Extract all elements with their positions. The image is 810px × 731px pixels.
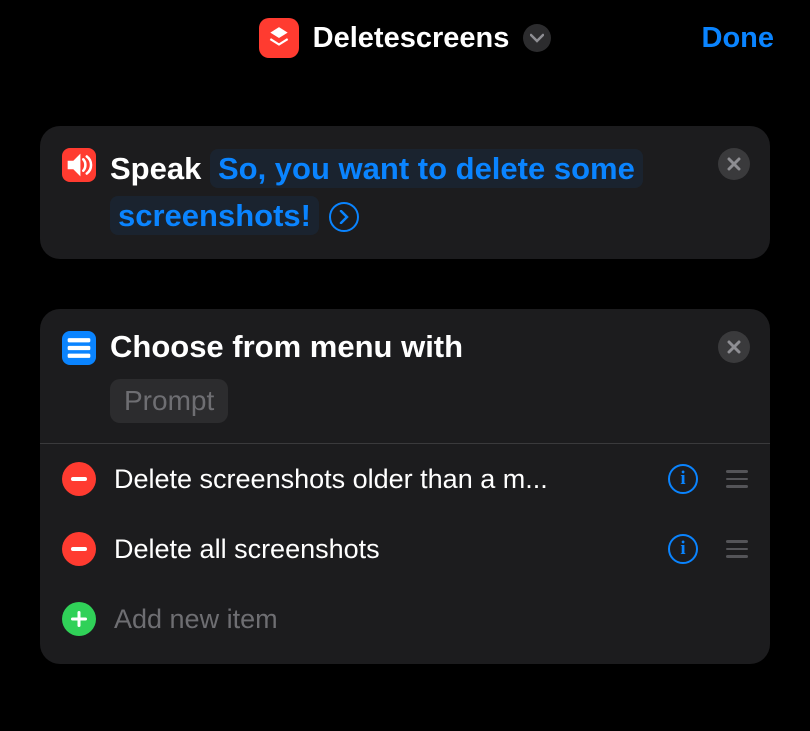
menu-item-label[interactable]: Delete all screenshots — [114, 534, 650, 565]
menu-items-list: Delete screenshots older than a m... i D… — [62, 443, 748, 654]
info-icon[interactable]: i — [668, 464, 698, 494]
content: Speak So, you want to delete some screen… — [0, 76, 810, 664]
menu-item-row: Delete screenshots older than a m... i — [62, 444, 748, 514]
menu-item-row: Delete all screenshots i — [62, 514, 748, 584]
menu-action-card[interactable]: Choose from menu with Prompt Delete scre… — [40, 309, 770, 664]
add-item-row[interactable]: Add new item — [62, 584, 748, 654]
expand-icon[interactable] — [329, 202, 359, 232]
remove-item-button[interactable] — [62, 462, 96, 496]
drag-handle-icon[interactable] — [716, 470, 748, 488]
shortcuts-icon — [259, 18, 299, 58]
prompt-field[interactable]: Prompt — [110, 379, 228, 423]
header-title-group[interactable]: Deletescreens — [259, 18, 552, 58]
add-item-button[interactable] — [62, 602, 96, 636]
close-button[interactable] — [718, 148, 750, 180]
chevron-down-icon[interactable] — [523, 24, 551, 52]
done-button[interactable]: Done — [702, 22, 775, 55]
remove-item-button[interactable] — [62, 532, 96, 566]
shortcut-title: Deletescreens — [313, 22, 510, 55]
header: Deletescreens Done — [0, 0, 810, 76]
close-button[interactable] — [718, 331, 750, 363]
drag-handle-icon[interactable] — [716, 540, 748, 558]
menu-icon — [62, 331, 96, 365]
speak-action-label: Speak — [110, 151, 201, 186]
speak-icon — [62, 148, 96, 182]
info-icon[interactable]: i — [668, 534, 698, 564]
add-item-label: Add new item — [114, 604, 748, 635]
menu-action-label: Choose from menu with — [110, 329, 748, 365]
speak-action-card[interactable]: Speak So, you want to delete some screen… — [40, 126, 770, 259]
menu-item-label[interactable]: Delete screenshots older than a m... — [114, 464, 650, 495]
